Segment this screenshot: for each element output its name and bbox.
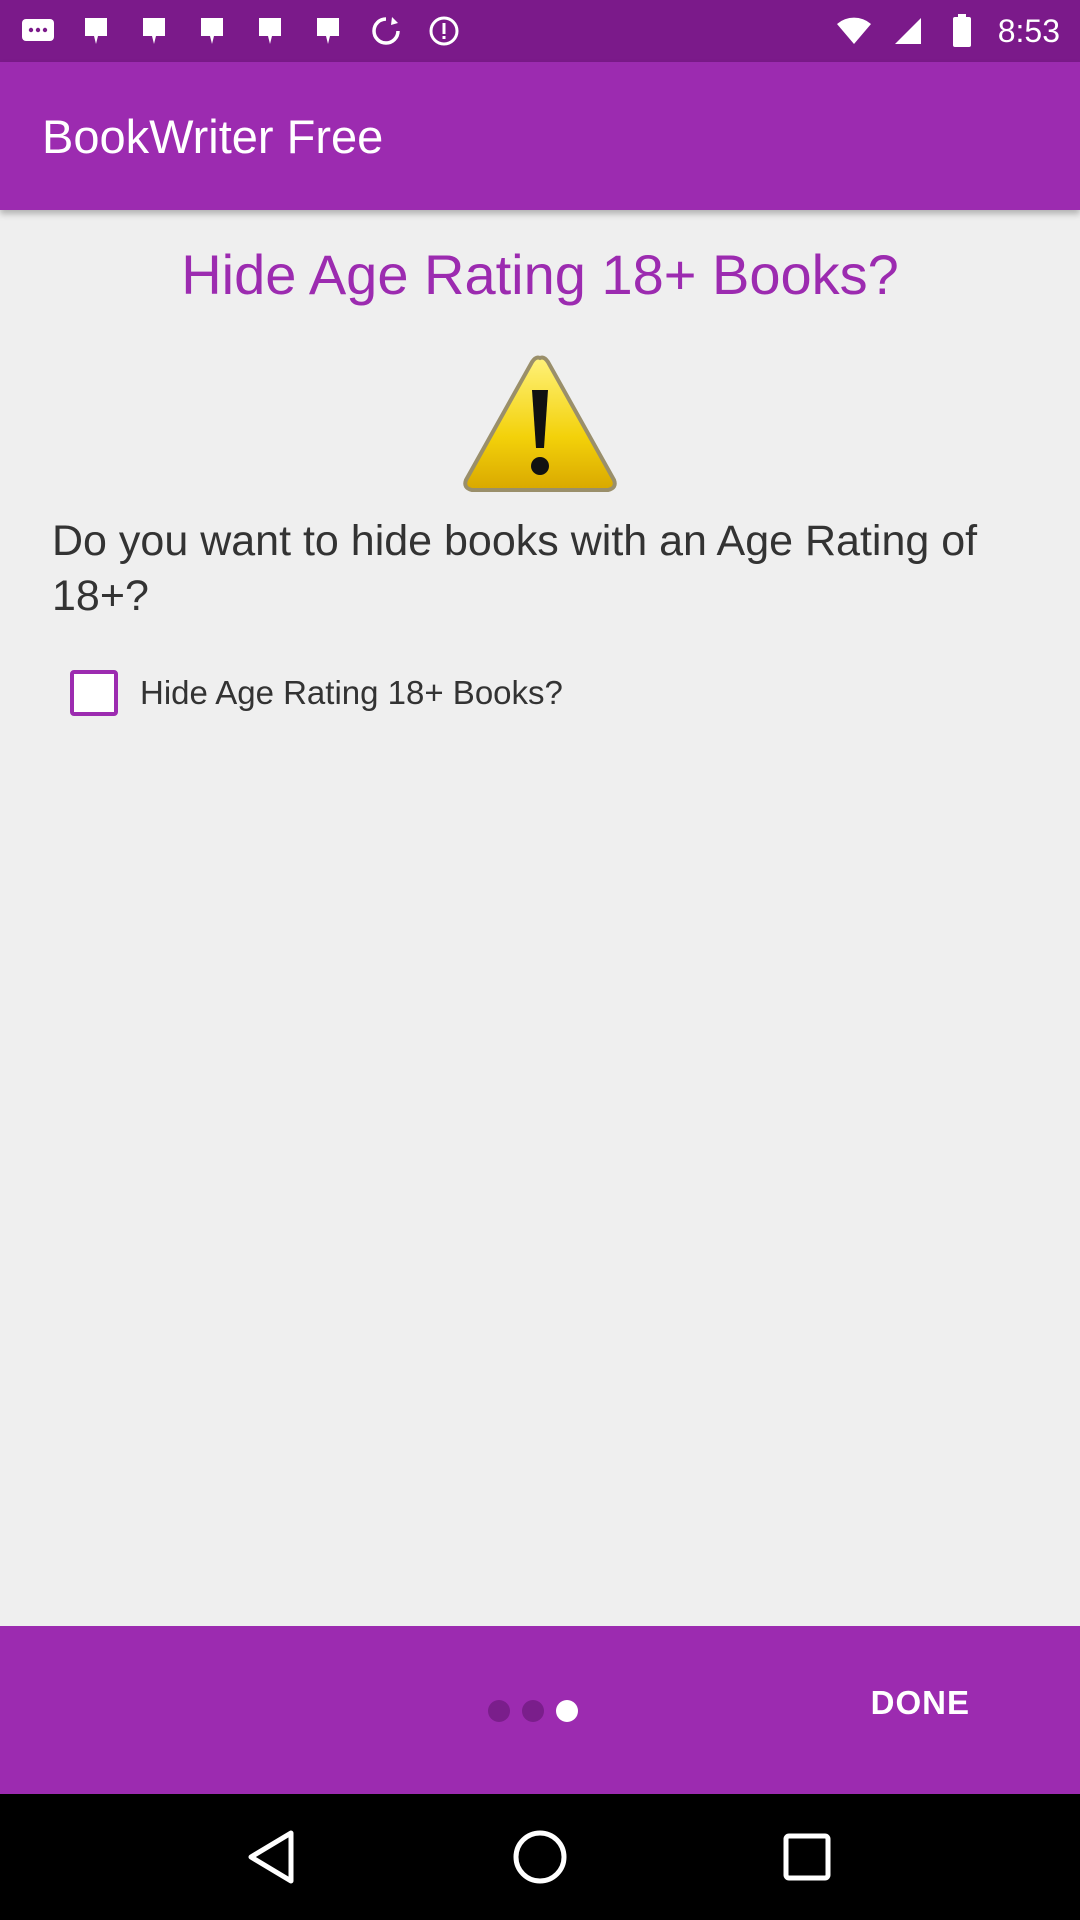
page-heading: Hide Age Rating 18+ Books?	[181, 243, 899, 306]
notification-icon	[136, 13, 172, 49]
sync-icon	[368, 13, 404, 49]
status-time: 8:53	[997, 12, 1060, 49]
notification-icon	[310, 13, 346, 49]
home-icon[interactable]	[505, 1822, 575, 1892]
done-button[interactable]: DONE	[871, 1684, 970, 1722]
page-dot-active	[556, 1700, 578, 1722]
page-indicator	[488, 1700, 578, 1722]
hide-adult-books-option[interactable]: Hide Age Rating 18+ Books?	[70, 670, 563, 716]
notification-icon	[78, 13, 114, 49]
notification-icon	[194, 13, 230, 49]
checkbox-label[interactable]: Hide Age Rating 18+ Books?	[140, 674, 563, 712]
signal-icon	[890, 13, 926, 49]
status-bar-system: 8:53	[836, 13, 1060, 50]
notification-icon	[252, 13, 288, 49]
app-bar: BookWriter Free	[0, 62, 1080, 210]
recents-icon[interactable]	[772, 1822, 842, 1892]
question-text: Do you want to hide books with an Age Ra…	[52, 517, 978, 620]
bottom-bar: DONE	[0, 1626, 1080, 1794]
warning-icon	[463, 355, 617, 492]
info-icon	[426, 13, 462, 49]
status-bar: 8:53	[0, 0, 1080, 62]
status-bar-notifications	[20, 13, 462, 49]
battery-icon	[944, 13, 980, 49]
main-content: Hide Age Rating 18+ Books? Do you want t…	[0, 210, 1080, 1626]
messages-icon	[20, 13, 56, 49]
page-dot	[522, 1700, 544, 1722]
wifi-icon	[836, 13, 872, 49]
back-icon[interactable]	[238, 1822, 308, 1892]
app-title: BookWriter Free	[42, 109, 384, 163]
navigation-bar	[0, 1794, 1080, 1920]
page-dot	[488, 1700, 510, 1722]
hide-adult-books-checkbox[interactable]	[70, 670, 118, 716]
